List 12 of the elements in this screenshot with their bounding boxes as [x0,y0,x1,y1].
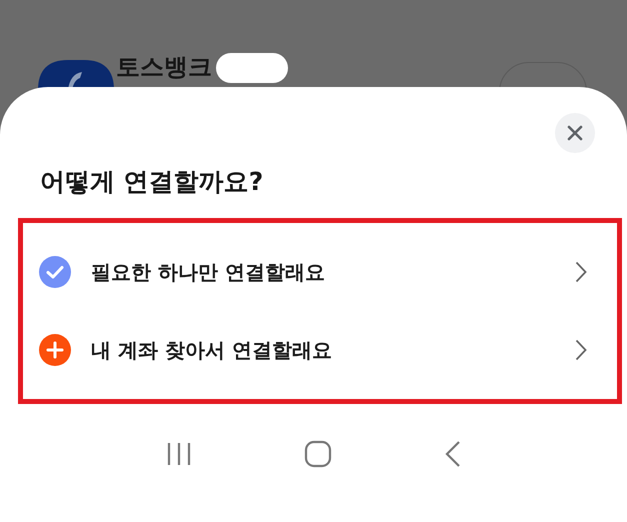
close-icon [567,125,583,141]
sheet-title: 어떻게 연결할까요? [40,166,264,198]
chevron-right-icon [575,261,587,283]
option-item[interactable]: 필요한 하나만 연결할래요 [23,233,617,311]
bank-name: 토스뱅크 [116,52,212,82]
recent-apps-icon[interactable] [166,442,192,466]
chevron-right-icon [575,339,587,361]
redaction-mark [216,53,288,83]
home-icon[interactable] [304,440,332,468]
close-button[interactable] [555,113,595,153]
back-icon[interactable] [444,440,461,468]
option-item[interactable]: 내 계좌 찾아서 연결할래요 [23,311,617,389]
